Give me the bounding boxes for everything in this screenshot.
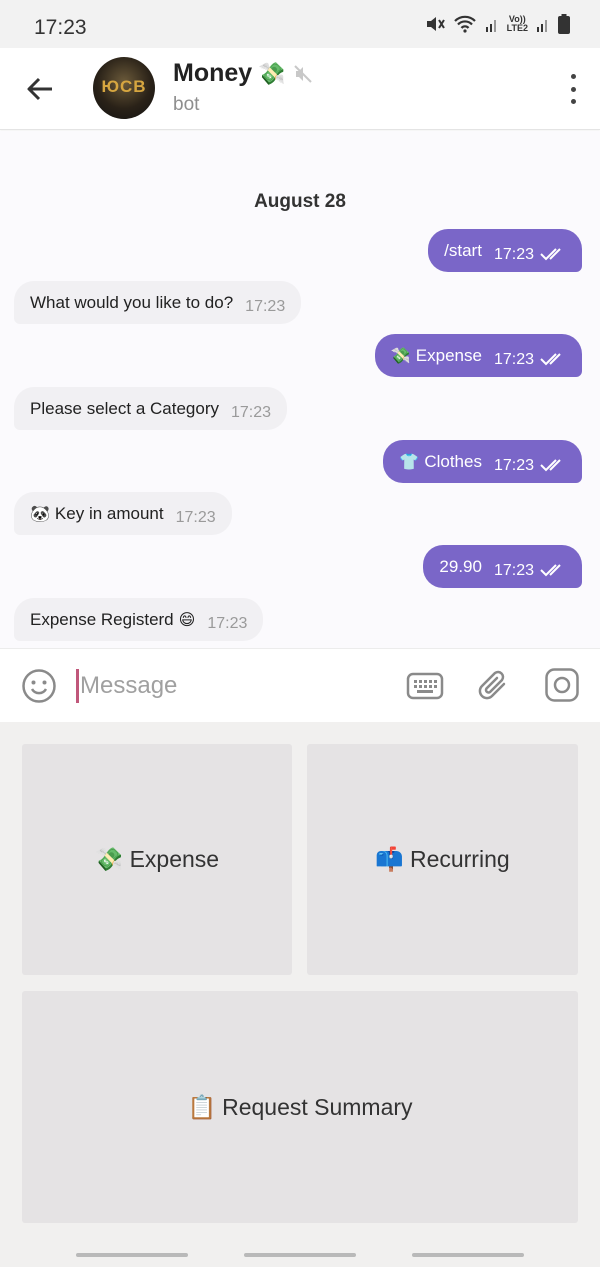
message-time: 17:23 xyxy=(493,456,534,474)
panda-emoji-icon: 🐼 xyxy=(30,505,50,523)
request-summary-button-label: Request Summary xyxy=(222,1093,413,1120)
recurring-button[interactable]: 📫 Recurring xyxy=(307,744,578,975)
mute-vibrate-icon xyxy=(426,17,445,31)
double-check-icon xyxy=(540,352,561,365)
message-text: /start xyxy=(444,240,482,260)
chat-title: Money xyxy=(173,59,253,87)
expense-button[interactable]: 💸 Expense xyxy=(22,744,292,975)
arrow-back-icon xyxy=(27,77,52,101)
more-dot-icon xyxy=(570,86,576,92)
more-dot-icon xyxy=(570,74,576,79)
smiley-icon xyxy=(22,669,56,703)
message-time: 17:23 xyxy=(493,245,534,263)
message-time: 17:23 xyxy=(175,508,216,526)
double-check-icon xyxy=(540,247,561,260)
more-options-button[interactable] xyxy=(568,74,578,104)
message-text: 29.90 xyxy=(439,556,482,576)
message-bubble[interactable]: Expense Registerd 😄 17:23 xyxy=(14,598,264,641)
expense-button-label: Expense xyxy=(129,846,220,872)
status-icons: Vo)) LTE2 xyxy=(425,14,570,34)
status-time: 17:23 xyxy=(34,16,87,39)
back-button[interactable] xyxy=(18,68,62,110)
message-bubble[interactable]: What would you like to do? 17:23 xyxy=(14,281,302,324)
message-time: 17:23 xyxy=(245,297,286,315)
message-bubble[interactable]: Please select a Category 17:23 xyxy=(14,387,288,430)
title-row[interactable]: Money 💸 xyxy=(173,59,312,88)
message-text: Key in amount xyxy=(54,503,164,523)
signal-icon-1 xyxy=(485,20,496,32)
clipboard-emoji-icon: 📋 xyxy=(187,1093,217,1120)
status-bar: 17:23 Vo)) LTE2 xyxy=(0,0,600,48)
message-bubble[interactable]: 🐼 Key in amount 17:23 xyxy=(14,492,232,535)
double-check-icon xyxy=(540,458,561,471)
muted-icon xyxy=(293,64,312,83)
attach-button[interactable] xyxy=(476,667,512,710)
message-time: 17:23 xyxy=(493,561,534,579)
money-emoji-icon: 💸 xyxy=(258,60,286,86)
money-emoji-icon: 💸 xyxy=(94,846,124,872)
battery-icon xyxy=(558,14,570,34)
message-bubble[interactable]: 👕 Clothes 17:23 xyxy=(383,440,582,483)
emoji-button[interactable] xyxy=(21,668,57,709)
grin-emoji-icon: 😄 xyxy=(178,611,196,629)
message-text: What would you like to do? xyxy=(30,292,234,312)
message-time: 17:23 xyxy=(231,403,272,421)
message-bubble[interactable]: /start 17:23 xyxy=(428,229,582,272)
system-nav-bar xyxy=(0,1247,600,1267)
message-text: Please select a Category xyxy=(30,398,219,418)
avatar[interactable]: ЮCB xyxy=(93,57,155,119)
money-emoji-icon: 💸 xyxy=(390,347,411,365)
paperclip-icon xyxy=(478,670,506,700)
message-text: Clothes xyxy=(424,451,482,471)
date-separator: August 28 xyxy=(254,191,346,212)
more-dot-icon xyxy=(570,99,576,104)
message-text: Expense xyxy=(415,345,482,365)
nav-home-button[interactable] xyxy=(244,1253,356,1257)
message-input[interactable] xyxy=(80,667,380,705)
shirt-emoji-icon: 👕 xyxy=(399,453,420,471)
mailbox-emoji-icon: 📫 xyxy=(375,846,404,872)
camera-icon xyxy=(545,668,579,702)
keyboard-toggle-button[interactable] xyxy=(406,671,444,706)
message-time: 17:23 xyxy=(207,614,248,632)
message-composer xyxy=(0,648,600,722)
double-check-icon xyxy=(540,563,561,576)
wifi-icon xyxy=(453,15,476,33)
message-bubble[interactable]: 💸 Expense 17:23 xyxy=(374,334,582,377)
message-bubble[interactable]: 29.90 17:23 xyxy=(423,545,582,588)
text-cursor xyxy=(76,669,79,703)
avatar-logo-text: ЮCB xyxy=(101,77,147,96)
signal-icon-2 xyxy=(537,20,547,32)
bot-keyboard: 💸 Expense 📫 Recurring 📋 Request Summary xyxy=(0,722,600,1267)
network-label: Vo)) LTE2 xyxy=(506,14,528,33)
nav-back-button[interactable] xyxy=(412,1253,524,1257)
nav-recents-button[interactable] xyxy=(76,1253,188,1257)
chat-header: ЮCB Money 💸 bot xyxy=(0,48,600,130)
camera-button[interactable] xyxy=(544,667,580,708)
chat-subtitle: bot xyxy=(173,94,200,115)
request-summary-button[interactable]: 📋 Request Summary xyxy=(22,991,578,1223)
chat-area[interactable]: August 28 /start 17:23 What would you li… xyxy=(0,131,600,648)
recurring-button-label: Recurring xyxy=(409,846,510,872)
keyboard-icon xyxy=(406,672,444,700)
message-text: Expense Registerd xyxy=(30,609,174,629)
message-time: 17:23 xyxy=(493,350,534,368)
